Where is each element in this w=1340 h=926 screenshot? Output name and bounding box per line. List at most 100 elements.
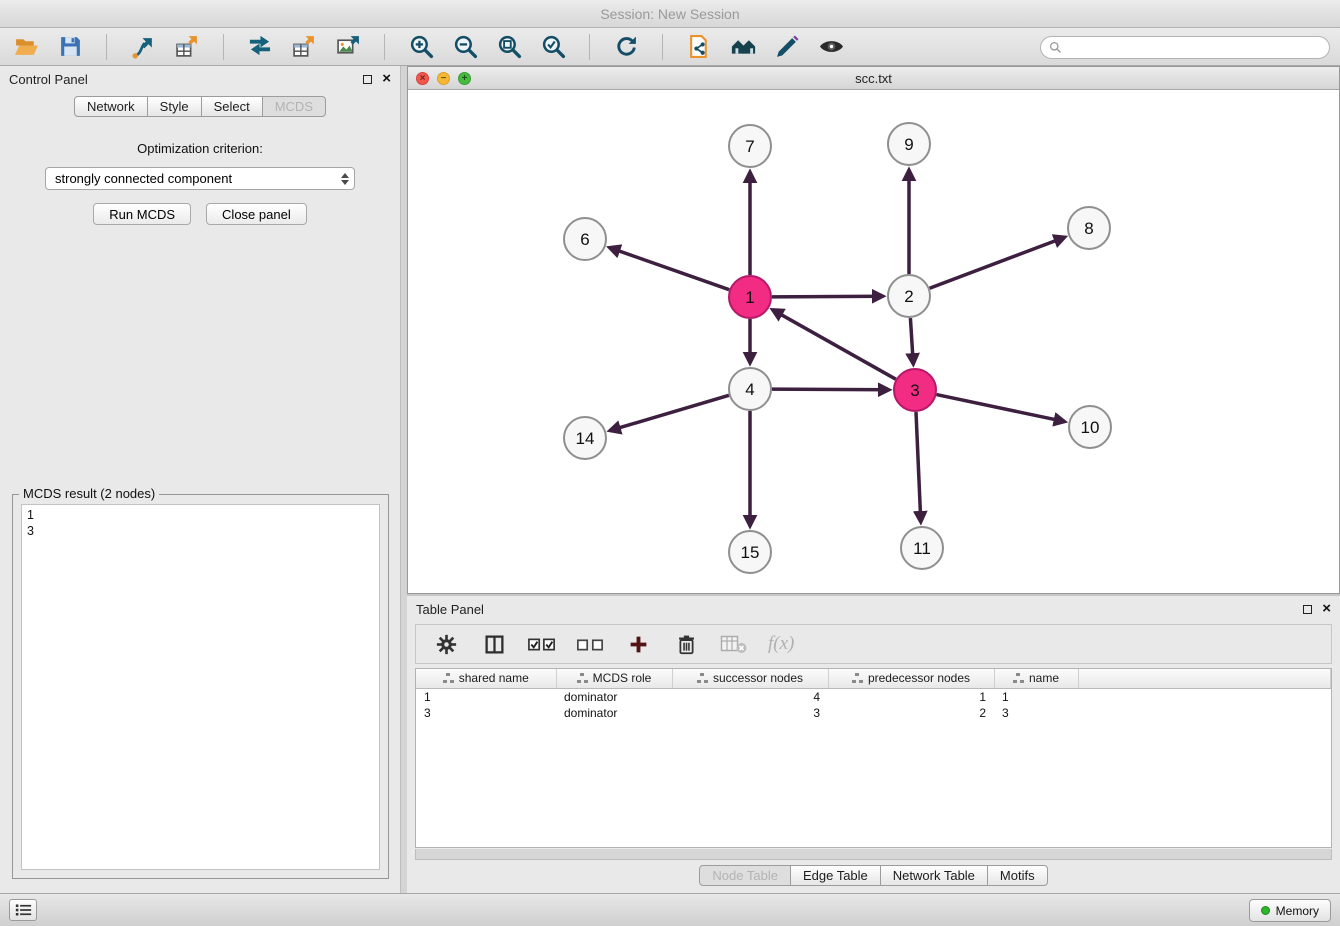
graph-node-7[interactable]: 7: [729, 125, 771, 167]
graph-edge-3-1[interactable]: [773, 310, 896, 379]
table-cell[interactable]: 4: [672, 688, 828, 705]
close-panel-icon[interactable]: ×: [382, 74, 391, 84]
graph-node-4[interactable]: 4: [729, 368, 771, 410]
zoom-selected-icon[interactable]: [537, 31, 569, 63]
table-cell[interactable]: 1: [416, 688, 556, 705]
graph-edge-4-14[interactable]: [610, 395, 729, 430]
column-header-successor-nodes[interactable]: successor nodes: [672, 669, 828, 688]
graph-node-8[interactable]: 8: [1068, 207, 1110, 249]
node-table-body: 1dominator4113dominator323: [416, 688, 1331, 721]
column-header-name[interactable]: name: [994, 669, 1078, 688]
close-window-icon[interactable]: ×: [416, 72, 429, 85]
graph-node-14[interactable]: 14: [564, 417, 606, 459]
show-graphics-icon[interactable]: [815, 31, 847, 63]
close-panel-button[interactable]: Close panel: [206, 203, 307, 225]
add-row-icon[interactable]: [624, 630, 652, 658]
table-cell[interactable]: dominator: [556, 688, 672, 705]
open-file-icon[interactable]: [10, 31, 42, 63]
table-cell[interactable]: 2: [828, 705, 994, 721]
graph-node-11[interactable]: 11: [901, 527, 943, 569]
graph-node-1[interactable]: 1: [729, 276, 771, 318]
graph-edge-2-8[interactable]: [930, 237, 1065, 288]
zoom-window-icon[interactable]: +: [458, 72, 471, 85]
table-cell[interactable]: 1: [828, 688, 994, 705]
table-scroll-strip[interactable]: [415, 849, 1332, 860]
table-row[interactable]: 1dominator411: [416, 688, 1331, 705]
graph-edge-3-11[interactable]: [916, 412, 921, 522]
delete-table-icon[interactable]: [720, 630, 748, 658]
run-mcds-button[interactable]: Run MCDS: [93, 203, 191, 225]
home-icon[interactable]: [727, 31, 759, 63]
control-panel-header: Control Panel ×: [0, 66, 400, 92]
graph-edge-4-3[interactable]: [772, 389, 889, 390]
search-icon: [1049, 41, 1062, 54]
column-settings-icon[interactable]: [432, 630, 460, 658]
column-hierarchy-icon: [577, 673, 588, 683]
search-box[interactable]: [1040, 36, 1330, 59]
refresh-view-icon[interactable]: [610, 31, 642, 63]
table-cell[interactable]: 3: [416, 705, 556, 721]
graph-node-10[interactable]: 10: [1069, 406, 1111, 448]
table-cell-filler: [1078, 705, 1331, 721]
window-titlebar[interactable]: Session: New Session: [0, 0, 1340, 28]
table-cell[interactable]: 1: [994, 688, 1078, 705]
tab-network[interactable]: Network: [74, 96, 148, 117]
search-input[interactable]: [1067, 40, 1321, 55]
float-panel-icon[interactable]: [363, 75, 372, 84]
save-session-icon[interactable]: [54, 31, 86, 63]
graph-edge-3-10[interactable]: [937, 395, 1065, 422]
graph-node-9[interactable]: 9: [888, 123, 930, 165]
table-panel-header: Table Panel ×: [407, 596, 1340, 622]
memory-button[interactable]: Memory: [1249, 899, 1331, 922]
apply-style-icon[interactable]: [771, 31, 803, 63]
tab-node-table[interactable]: Node Table: [699, 865, 791, 886]
mcds-result-list[interactable]: 13: [21, 504, 380, 870]
import-table-icon[interactable]: [171, 31, 203, 63]
column-header-shared-name[interactable]: shared name: [416, 669, 556, 688]
deselect-all-rows-icon[interactable]: [576, 630, 604, 658]
graph-edge-1-6[interactable]: [610, 248, 730, 290]
delete-rows-icon[interactable]: [672, 630, 700, 658]
select-all-rows-icon[interactable]: [528, 630, 556, 658]
zoom-out-icon[interactable]: [449, 31, 481, 63]
clone-network-icon[interactable]: [127, 31, 159, 63]
zoom-in-icon[interactable]: [405, 31, 437, 63]
optimization-criterion-select[interactable]: strongly connected component: [45, 167, 355, 190]
close-table-panel-icon[interactable]: ×: [1322, 604, 1331, 614]
share-document-icon[interactable]: [683, 31, 715, 63]
network-window-titlebar[interactable]: ×−+ scc.txt: [408, 67, 1339, 90]
first-neighbors-icon[interactable]: [244, 31, 276, 63]
column-header-predecessor-nodes[interactable]: predecessor nodes: [828, 669, 994, 688]
table-toolbar: f(x): [415, 624, 1332, 664]
tab-style[interactable]: Style: [147, 96, 202, 117]
export-table-icon[interactable]: [288, 31, 320, 63]
graph-edge-2-3[interactable]: [910, 318, 913, 364]
function-builder-icon[interactable]: f(x): [768, 633, 794, 655]
network-view[interactable]: 7 9 6 8 1 2 4 3 14 10 15 11: [408, 90, 1339, 593]
minimize-window-icon[interactable]: −: [437, 72, 450, 85]
mcds-result-item: 1: [27, 507, 374, 523]
zoom-fit-icon[interactable]: [493, 31, 525, 63]
graph-node-3[interactable]: 3: [894, 369, 936, 411]
table-cell[interactable]: 3: [672, 705, 828, 721]
graph-node-15[interactable]: 15: [729, 531, 771, 573]
tab-select[interactable]: Select: [201, 96, 263, 117]
table-cell[interactable]: dominator: [556, 705, 672, 721]
table-panel-tabs: Node TableEdge TableNetwork TableMotifs: [407, 865, 1340, 886]
tab-network-table[interactable]: Network Table: [880, 865, 988, 886]
column-header-MCDS-role[interactable]: MCDS role: [556, 669, 672, 688]
export-image-icon[interactable]: [332, 31, 364, 63]
toggle-columns-icon[interactable]: [480, 630, 508, 658]
graph-node-2[interactable]: 2: [888, 275, 930, 317]
table-row[interactable]: 3dominator323: [416, 705, 1331, 721]
show-panels-button[interactable]: [9, 899, 37, 921]
graph-node-label: 3: [910, 381, 919, 400]
graph-edge-1-2[interactable]: [772, 296, 883, 297]
tab-edge-table[interactable]: Edge Table: [790, 865, 881, 886]
tab-mcds[interactable]: MCDS: [262, 96, 326, 117]
tab-motifs[interactable]: Motifs: [987, 865, 1048, 886]
control-panel-title: Control Panel: [9, 72, 88, 87]
table-cell[interactable]: 3: [994, 705, 1078, 721]
graph-node-6[interactable]: 6: [564, 218, 606, 260]
float-table-panel-icon[interactable]: [1303, 605, 1312, 614]
